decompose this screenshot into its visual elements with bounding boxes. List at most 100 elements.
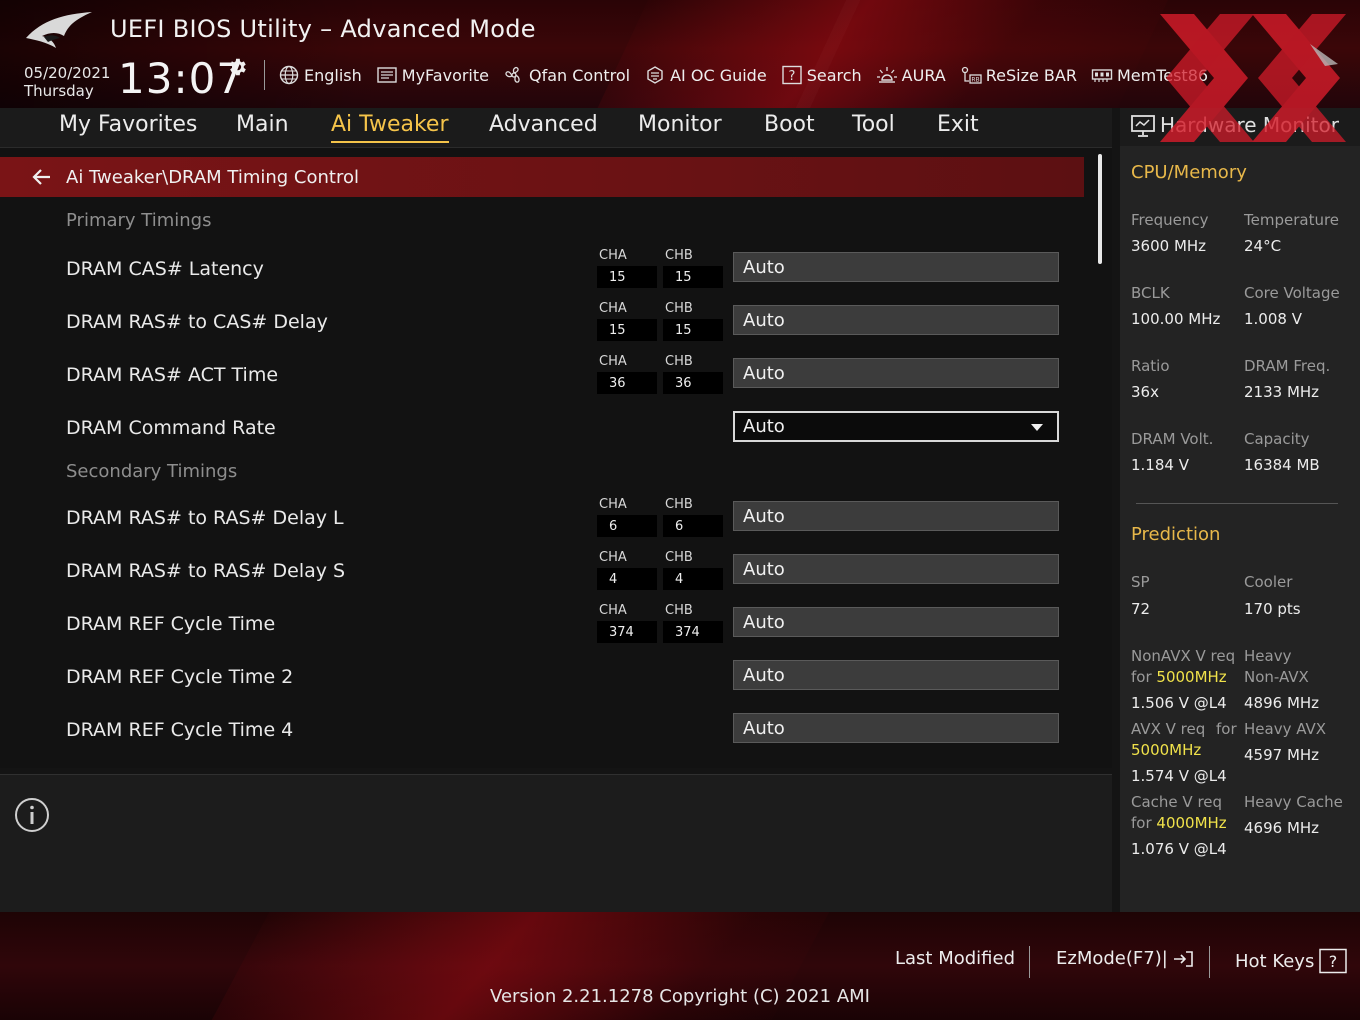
gear-icon[interactable] (226, 56, 248, 78)
core-voltage-value: 1.008 V (1244, 310, 1302, 328)
tab-exit[interactable]: Exit (937, 112, 979, 137)
search-button[interactable]: ? Search (781, 65, 862, 85)
command-rate-select[interactable]: Auto (733, 411, 1059, 442)
ras-to-ras-delay-s-input[interactable]: Auto (733, 554, 1059, 584)
setting-label: DRAM REF Cycle Time (66, 613, 276, 635)
hot-keys-button[interactable]: Hot Keys ? (1235, 948, 1348, 974)
setting-row-cas-latency[interactable]: DRAM CAS# Latency CHA 15 CHB 15 Auto (0, 248, 1084, 294)
tab-ai-tweaker[interactable]: Ai Tweaker (331, 112, 449, 143)
setting-row-ras-to-ras-delay-s[interactable]: DRAM RAS# to RAS# Delay S CHA 4 CHB 4 Au… (0, 550, 1084, 596)
setting-row-ras-to-cas-delay[interactable]: DRAM RAS# to CAS# Delay CHA 15 CHB 15 Au… (0, 301, 1084, 347)
tab-monitor[interactable]: Monitor (638, 112, 722, 137)
channel-a-readout: CHA 4 (597, 550, 657, 590)
search-label: Search (806, 65, 862, 85)
setting-row-ref-cycle-time-4[interactable]: DRAM REF Cycle Time 4 Auto (0, 713, 1084, 755)
setting-label: DRAM CAS# Latency (66, 258, 264, 280)
nonavx-vreq-label: NonAVX V req (1131, 647, 1236, 665)
ras-to-ras-delay-l-input[interactable]: Auto (733, 501, 1059, 531)
ai-oc-guide-button[interactable]: AI OC Guide (644, 65, 767, 85)
heavy-avx-value: 4597 MHz (1244, 746, 1320, 764)
qfan-control-button[interactable]: Qfan Control (503, 65, 630, 85)
channel-b-readout: CHB 15 (663, 248, 723, 288)
oc-guide-icon (647, 66, 663, 84)
setting-row-ras-to-ras-delay-l[interactable]: DRAM RAS# to RAS# Delay L CHA 6 CHB 6 Au… (0, 497, 1084, 543)
ref-cycle-time-4-input[interactable]: Auto (733, 713, 1059, 743)
memtest-button[interactable]: MemTest86 (1091, 65, 1208, 85)
hardware-monitor-header: Hardware Monitor (1120, 108, 1360, 146)
setting-row-ref-cycle-time-2[interactable]: DRAM REF Cycle Time 2 Auto (0, 660, 1084, 702)
version-text: Version 2.21.1278 Copyright (C) 2021 AMI (490, 986, 870, 1007)
channel-a-label: CHA (599, 550, 627, 565)
hardware-monitor-divider (1136, 503, 1338, 504)
settings-scrollbar[interactable] (1098, 154, 1102, 264)
channel-b-label: CHB (665, 354, 693, 369)
last-modified-button[interactable]: Last Modified (895, 948, 1015, 969)
aura-button[interactable]: AURA (876, 65, 946, 85)
command-rate-value: Auto (743, 416, 785, 437)
aura-label: AURA (901, 65, 946, 85)
svg-text:?: ? (788, 69, 795, 84)
setting-label: DRAM REF Cycle Time 2 (66, 666, 294, 688)
cooler-label: Cooler (1244, 573, 1293, 591)
channel-a-readout: CHA 374 (597, 603, 657, 643)
cooler-value: 170 pts (1244, 600, 1301, 618)
setting-label: DRAM RAS# to RAS# Delay L (66, 507, 344, 529)
setting-row-ras-act-time[interactable]: DRAM RAS# ACT Time CHA 36 CHB 36 Auto (0, 354, 1084, 400)
myfavorite-label: MyFavorite (401, 65, 489, 85)
heavy-avx-label: Heavy AVX (1244, 720, 1327, 738)
tab-advanced[interactable]: Advanced (489, 112, 598, 137)
settings-panel: Ai Tweaker\DRAM Timing Control Primary T… (0, 148, 1112, 768)
channel-a-value: 374 (597, 621, 657, 643)
channel-b-readout: CHB 15 (663, 301, 723, 341)
ezmode-button[interactable]: EzMode(F7)| (1056, 948, 1194, 969)
fan-icon (505, 66, 520, 83)
back-arrow-icon[interactable] (30, 165, 54, 189)
language-label: English (304, 65, 362, 85)
channel-b-label: CHB (665, 603, 693, 618)
tab-boot[interactable]: Boot (764, 112, 815, 137)
setting-label: DRAM RAS# ACT Time (66, 364, 279, 386)
memtest-icon (1091, 69, 1113, 82)
channel-a-readout: CHA 6 (597, 497, 657, 537)
monitor-icon (1131, 115, 1155, 137)
channel-b-value: 4 (663, 568, 723, 590)
cache-vreq-label: Cache V req (1131, 793, 1223, 811)
channel-b-label: CHB (665, 301, 693, 316)
channel-b-value: 15 (663, 266, 723, 288)
setting-row-command-rate[interactable]: DRAM Command Rate Auto (0, 411, 1084, 453)
help-info-panel (0, 774, 1112, 912)
ras-act-time-input[interactable]: Auto (733, 358, 1059, 388)
temperature-label: Temperature (1244, 211, 1340, 229)
channel-b-value: 6 (663, 515, 723, 537)
myfavorite-button[interactable]: MyFavorite (376, 65, 489, 85)
heavy-cache-label: Heavy Cache (1244, 793, 1343, 811)
sp-value: 72 (1131, 600, 1151, 618)
tab-my-favorites[interactable]: My Favorites (59, 112, 197, 137)
setting-label: DRAM RAS# to RAS# Delay S (66, 560, 346, 582)
footer-bar: Last Modified EzMode(F7)| Hot Keys ? Ver… (0, 912, 1360, 1020)
bclk-value: 100.00 MHz (1131, 310, 1221, 328)
ras-to-cas-delay-input[interactable]: Auto (733, 305, 1059, 335)
heavy-cache-value: 4696 MHz (1244, 819, 1320, 837)
ref-cycle-time-2-input[interactable]: Auto (733, 660, 1059, 690)
breadcrumb: Ai Tweaker\DRAM Timing Control (0, 157, 1084, 197)
app-title: UEFI BIOS Utility – Advanced Mode (110, 15, 536, 43)
temperature-value: 24°C (1244, 237, 1282, 255)
cas-latency-input[interactable]: Auto (733, 252, 1059, 282)
frequency-label: Frequency (1131, 211, 1209, 229)
resize-bar-button[interactable]: RB ReSize BAR (960, 65, 1077, 85)
section-secondary-timings: Secondary Timings (66, 461, 238, 482)
frequency-value: 3600 MHz (1131, 237, 1207, 255)
setting-row-ref-cycle-time[interactable]: DRAM REF Cycle Time CHA 374 CHB 374 Auto (0, 603, 1084, 649)
ref-cycle-time-input[interactable]: Auto (733, 607, 1059, 637)
cache-vreq-value: 1.076 V @L4 (1131, 840, 1227, 858)
tab-main[interactable]: Main (236, 112, 289, 137)
language-button[interactable]: English (278, 65, 362, 85)
section-primary-timings: Primary Timings (66, 210, 212, 231)
hardware-monitor-title: Hardware Monitor (1160, 113, 1339, 137)
svg-text:?: ? (1329, 952, 1338, 971)
tab-tool[interactable]: Tool (852, 112, 895, 137)
footer-separator (1029, 946, 1030, 978)
nonavx-for-line: for 5000MHz (1131, 668, 1227, 686)
dram-volt-label: DRAM Volt. (1131, 430, 1214, 448)
